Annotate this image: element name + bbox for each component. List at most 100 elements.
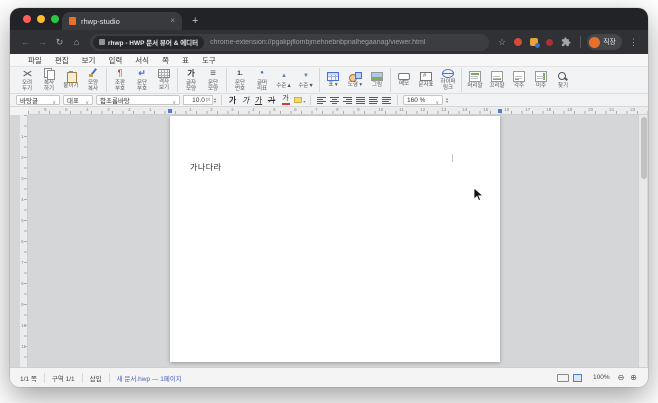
- spinner-down-icon: ▾: [214, 99, 217, 104]
- paragraph-marks-button[interactable]: 문단 부호: [131, 67, 153, 93]
- format-divider: [221, 95, 223, 105]
- menu-tools[interactable]: 도구: [202, 55, 216, 66]
- font-select[interactable]: 함초롬바탕: [96, 95, 180, 105]
- table-icon: [327, 71, 339, 81]
- close-window-button[interactable]: [23, 15, 31, 23]
- paste-button[interactable]: 붙이기: [60, 70, 82, 90]
- menu-file[interactable]: 파일: [28, 55, 42, 66]
- ruler-number: 2: [21, 155, 24, 161]
- hyperlink-button[interactable]: 하이퍼 링크: [437, 68, 459, 92]
- font-size-input[interactable]: 10.0 pt: [183, 95, 213, 105]
- menu-page[interactable]: 쪽: [162, 55, 169, 66]
- format-copy-button[interactable]: 모양 복사: [82, 67, 104, 93]
- bullet-list-button[interactable]: 글머 리표: [251, 67, 273, 93]
- chevron-down-icon: [303, 96, 305, 105]
- profile-chip[interactable]: 직장: [587, 34, 622, 50]
- vertical-ruler[interactable]: 1 2 3 4 5 6 7 8 9 10 11: [20, 115, 28, 367]
- scrollbar-thumb[interactable]: [640, 117, 647, 179]
- align-distribute-button[interactable]: [368, 96, 379, 105]
- left-margin-marker[interactable]: [168, 109, 172, 113]
- insert-table-button[interactable]: 표 ▾: [322, 71, 344, 89]
- menu-table[interactable]: 표: [182, 55, 189, 66]
- toolbar-item-label: 찾기: [557, 82, 569, 89]
- extension-doc-icon: [99, 39, 105, 45]
- extension-icon-3[interactable]: [546, 38, 554, 46]
- level-down-button[interactable]: 수준▼: [295, 70, 317, 90]
- char-shape-button[interactable]: 글자 모양: [180, 67, 202, 93]
- bookmark-star-icon[interactable]: ☆: [498, 37, 506, 48]
- line-spacing-select[interactable]: 160 %: [403, 95, 444, 105]
- vertical-scrollbar[interactable]: [638, 115, 647, 367]
- more-menu-icon[interactable]: ⋮: [629, 37, 638, 48]
- language-select[interactable]: 대표: [63, 95, 93, 105]
- page-outline-view-icon[interactable]: [556, 373, 569, 382]
- align-justify-button[interactable]: [355, 96, 366, 105]
- line-spacing-spinner[interactable]: ▴ ▾: [446, 96, 448, 104]
- insert-picture-button[interactable]: 그림: [366, 71, 388, 89]
- minimize-window-button[interactable]: [37, 15, 45, 23]
- browser-tab[interactable]: rhwp-studio ×: [62, 12, 182, 30]
- bold-button[interactable]: 가: [227, 95, 238, 106]
- extension-badge-label: rhwp - HWP 문서 뷰어 & 에디터: [108, 40, 199, 47]
- style-select[interactable]: 바탕글: [16, 95, 60, 105]
- menu-format[interactable]: 서식: [135, 55, 149, 66]
- control-marks-button[interactable]: 조판 부호: [109, 67, 131, 93]
- italic-button[interactable]: 가: [240, 95, 251, 106]
- reload-button[interactable]: ↻: [52, 35, 67, 50]
- grid-view-button[interactable]: 격자 보기: [153, 68, 175, 92]
- footnote-button[interactable]: 각주: [508, 70, 530, 90]
- para-shape-button[interactable]: 문단 모양: [202, 67, 224, 93]
- menu-input[interactable]: 입력: [108, 55, 122, 66]
- extension-icon-2[interactable]: [530, 38, 541, 48]
- ruler-number: 5: [21, 218, 24, 224]
- return-icon: [136, 68, 148, 79]
- extension-badge[interactable]: rhwp - HWP 문서 뷰어 & 에디터: [93, 35, 205, 49]
- char-map-button[interactable]: 문자표: [415, 71, 437, 89]
- memo-button[interactable]: 메모: [393, 71, 415, 88]
- status-bar: 1/1 쪽 구역 1/1 삽입 새 문서.hwp — 1페이지 100% ⊖ ⊕: [10, 367, 648, 387]
- extension-icon-1[interactable]: [514, 38, 523, 46]
- zoom-out-icon[interactable]: ⊖: [618, 373, 625, 382]
- home-button[interactable]: ⌂: [69, 35, 84, 50]
- copy-button[interactable]: 복사 하기: [38, 67, 60, 93]
- document-page[interactable]: 가나다라: [170, 116, 500, 362]
- header-button[interactable]: 머리말: [464, 70, 486, 90]
- para-numbering-button[interactable]: 문단 번호: [229, 67, 251, 93]
- char-color-button[interactable]: 가: [280, 95, 291, 106]
- bullet-icon: [256, 68, 268, 79]
- toolbar-item-label: 수준▼: [298, 82, 314, 89]
- horizontal-ruler[interactable]: 6 5 4 3 2 1 1 2 3 4 5 6 7 8 9 10 11 12 13 14 15 16 17 18 19 20 21 2…: [28, 107, 648, 115]
- new-tab-button[interactable]: +: [192, 16, 198, 27]
- align-center-button[interactable]: [329, 96, 340, 105]
- right-margin-marker[interactable]: [498, 109, 502, 113]
- strike-button[interactable]: 가: [266, 95, 277, 106]
- extensions-puzzle-icon[interactable]: [561, 37, 571, 47]
- endnote-button[interactable]: 미주: [530, 70, 552, 90]
- menu-view[interactable]: 보기: [82, 55, 96, 66]
- toolbar-item-label: 문자표: [418, 81, 434, 88]
- forward-button[interactable]: →: [35, 35, 50, 50]
- align-divide-button[interactable]: [381, 96, 392, 105]
- address-bar[interactable]: rhwp - HWP 문서 뷰어 & 에디터 chrome-extension:…: [90, 33, 490, 51]
- align-left-button[interactable]: [316, 96, 327, 105]
- align-right-button[interactable]: [342, 96, 353, 105]
- level-up-button[interactable]: 수준▲: [273, 70, 295, 90]
- cut-button[interactable]: 오려 두기: [16, 67, 38, 93]
- font-size-spinner[interactable]: ▴ ▾: [214, 96, 217, 104]
- highlight-color-button[interactable]: [294, 95, 305, 106]
- find-button[interactable]: 찾기: [552, 70, 574, 90]
- font-size-control[interactable]: 10.0 pt ▴ ▾: [183, 95, 216, 105]
- fullscreen-window-button[interactable]: [51, 15, 59, 23]
- insert-shape-button[interactable]: 도형 ▾: [344, 71, 366, 89]
- toolbar-item-label: 표 ▾: [328, 81, 338, 88]
- menu-edit[interactable]: 편집: [55, 55, 69, 66]
- status-section: 구역 1/1: [45, 372, 83, 383]
- footer-button[interactable]: 꼬리말: [486, 70, 508, 90]
- back-button[interactable]: ←: [18, 35, 33, 50]
- tab-close-icon[interactable]: ×: [170, 17, 175, 25]
- zoom-in-icon[interactable]: ⊕: [630, 373, 637, 382]
- underline-button[interactable]: 가: [253, 95, 264, 106]
- page-fit-view-icon[interactable]: [572, 373, 582, 382]
- toolbar-item-label: 붙이기: [63, 82, 79, 89]
- status-segments: 1/1 쪽 구역 1/1 삽입: [18, 372, 110, 383]
